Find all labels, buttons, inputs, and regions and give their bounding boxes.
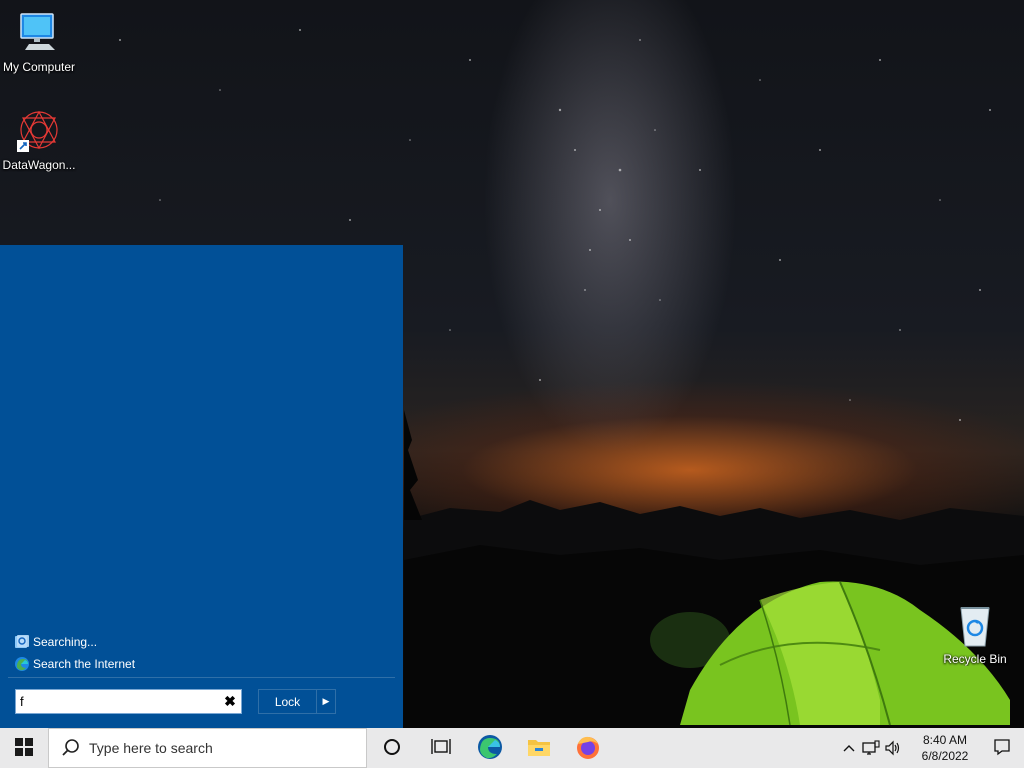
recycle-bin-icon bbox=[951, 602, 999, 650]
chevron-right-icon[interactable]: ▶ bbox=[316, 689, 336, 714]
desktop-icon-my-computer[interactable]: My Computer bbox=[0, 10, 78, 74]
taskbar-file-explorer[interactable] bbox=[514, 728, 563, 768]
start-menu: Searching... Search the Internet ✖ Lock … bbox=[0, 245, 403, 728]
chevron-up-icon[interactable] bbox=[838, 728, 860, 768]
lock-button[interactable]: Lock bbox=[258, 689, 316, 714]
taskbar: Type here to search 8:40 AM 6/8/2022 bbox=[0, 728, 1024, 768]
system-tray: 8:40 AM 6/8/2022 bbox=[838, 728, 1024, 768]
start-search-box: ✖ bbox=[15, 689, 242, 714]
taskbar-search-placeholder: Type here to search bbox=[89, 740, 213, 756]
start-search-input[interactable] bbox=[16, 690, 219, 713]
windows-icon bbox=[15, 737, 33, 759]
desktop-icon-datawagon[interactable]: DataWagon... bbox=[0, 108, 78, 172]
desktop-icon-label: DataWagon... bbox=[2, 158, 76, 172]
taskbar-clock[interactable]: 8:40 AM 6/8/2022 bbox=[910, 732, 980, 764]
notification-button[interactable] bbox=[980, 728, 1024, 768]
desktop-icon-recycle-bin[interactable]: Recycle Bin bbox=[936, 602, 1014, 666]
task-view-button[interactable] bbox=[416, 728, 465, 768]
search-result-searching[interactable]: Searching... bbox=[14, 633, 97, 651]
notification-icon bbox=[993, 738, 1011, 759]
datawagon-icon bbox=[15, 108, 63, 156]
close-icon[interactable]: ✖ bbox=[219, 691, 241, 713]
edge-icon bbox=[14, 656, 30, 672]
taskbar-firefox[interactable] bbox=[563, 728, 612, 768]
clock-date: 6/8/2022 bbox=[921, 749, 969, 763]
desktop-icon-label: My Computer bbox=[2, 60, 76, 74]
search-result-label: Search the Internet bbox=[33, 657, 136, 671]
firefox-icon bbox=[575, 734, 601, 763]
taskbar-search-box[interactable]: Type here to search bbox=[48, 728, 367, 768]
taskbar-edge[interactable] bbox=[465, 728, 514, 768]
start-button[interactable] bbox=[0, 728, 48, 768]
search-result-label: Searching... bbox=[33, 635, 98, 649]
computer-icon bbox=[15, 10, 63, 58]
search-result-internet[interactable]: Search the Internet bbox=[14, 655, 135, 673]
search-icon bbox=[61, 738, 81, 758]
cortana-button[interactable] bbox=[367, 728, 416, 768]
task-view-icon bbox=[430, 738, 451, 759]
volume-icon[interactable] bbox=[882, 728, 904, 768]
searching-icon bbox=[14, 634, 30, 650]
network-icon[interactable] bbox=[860, 728, 882, 768]
clock-time: 8:40 AM bbox=[922, 733, 968, 747]
edge-icon bbox=[477, 734, 503, 763]
start-menu-divider bbox=[8, 677, 395, 678]
desktop-icon-label: Recycle Bin bbox=[943, 652, 1007, 666]
file-explorer-icon bbox=[527, 736, 551, 761]
cortana-icon bbox=[383, 738, 401, 759]
